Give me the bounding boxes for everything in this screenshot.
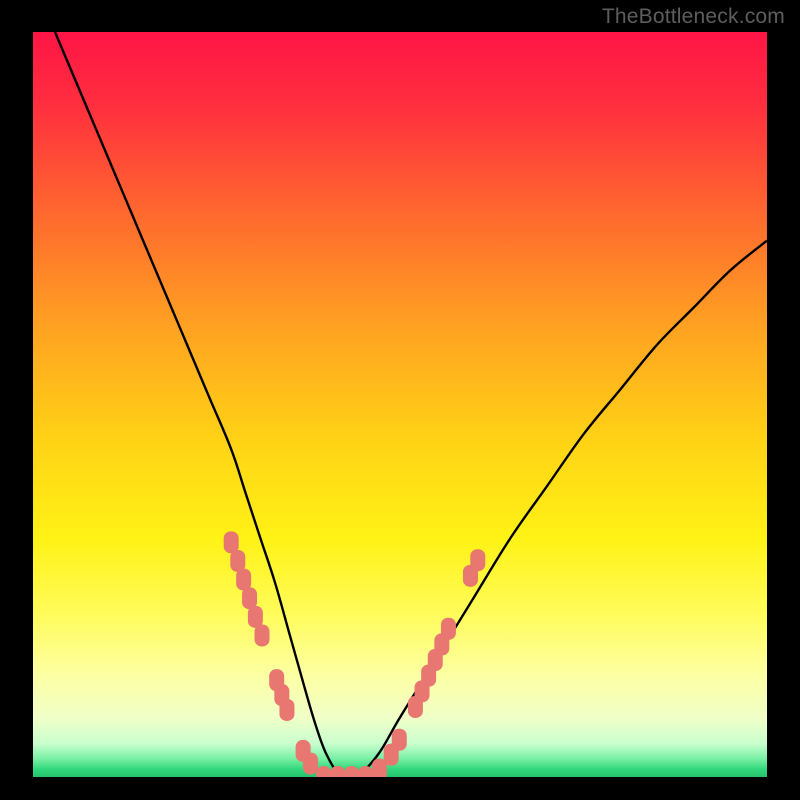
- curve-layer: [33, 32, 767, 777]
- data-marker: [392, 729, 407, 751]
- marker-group: [224, 531, 486, 777]
- data-marker: [316, 766, 331, 777]
- data-marker: [441, 618, 456, 640]
- data-marker: [279, 699, 294, 721]
- bottleneck-curve: [55, 32, 767, 777]
- plot-area: [33, 32, 767, 777]
- watermark-text: TheBottleneck.com: [602, 5, 785, 29]
- data-marker: [303, 753, 318, 775]
- data-marker: [255, 624, 270, 646]
- chart-frame: TheBottleneck.com: [0, 0, 800, 800]
- data-marker: [358, 766, 373, 777]
- data-marker: [344, 766, 359, 777]
- data-marker: [470, 549, 485, 571]
